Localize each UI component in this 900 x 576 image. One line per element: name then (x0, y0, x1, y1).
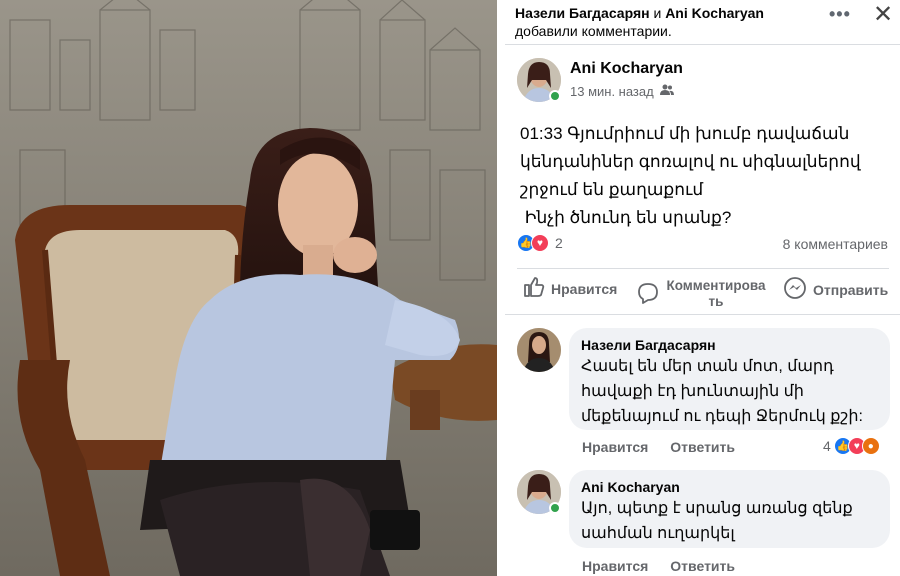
comment-reply-link[interactable]: Ответить (670, 558, 735, 574)
notification-text: добавили комментарии. (515, 23, 672, 39)
post-divider (517, 268, 889, 269)
send-button[interactable]: Отправить (783, 276, 888, 303)
comment-text-line: Հասել են մեր տան մոտ, մարդ (581, 358, 834, 375)
post-time[interactable]: 13 мин. назад (570, 84, 654, 99)
actions-divider (505, 314, 900, 315)
love-reaction-icon: ♥ (531, 234, 549, 252)
comment-text-line: հավաքի էդ խունտային մի (581, 383, 804, 400)
post-meta: 13 мин. назад (570, 84, 674, 99)
send-label: Отправить (813, 281, 889, 298)
thumbs-up-icon (523, 276, 545, 301)
comment-actions: Нравится Ответить (582, 558, 735, 574)
like-button[interactable]: Нравится (523, 276, 617, 301)
comment-avatar[interactable] (517, 328, 561, 372)
post-text: 01:33 Գյումրիում մի խումբ դավաճան կենդան… (520, 120, 885, 232)
comment-label: Комментирова ть (665, 278, 767, 310)
close-icon[interactable]: ✕ (873, 0, 893, 29)
notification-panel: Назели Багдасарян и Ani Kocharyan добави… (505, 0, 900, 576)
more-dots-icon[interactable]: ••• (829, 4, 851, 25)
post-text-line: շրջում են քաղաքում (520, 180, 704, 199)
comment-label-line-1: Комментирова (666, 278, 766, 293)
comment-bubble-icon (637, 282, 659, 307)
header-divider (505, 44, 900, 45)
comments-count[interactable]: 8 комментариев (783, 236, 888, 252)
notification-name-1[interactable]: Назели Багдасарян (515, 5, 650, 21)
comment-author[interactable]: Назели Багдасарян (581, 336, 878, 354)
notification-header[interactable]: Назели Багдасарян и Ani Kocharyan добави… (515, 4, 815, 40)
post-text-line: 01:33 Գյումրիում մի խումբ դավաճան (520, 124, 850, 143)
post-author-name[interactable]: Ani Kocharyan (570, 60, 683, 78)
woman-in-chair-photo (0, 0, 497, 576)
reaction-count: 2 (555, 235, 563, 251)
comment-bubble[interactable]: Ani Kocharyan Այո, պետք է սրանց առանց զե… (569, 470, 890, 548)
comment-button[interactable]: Комментирова ть (637, 278, 767, 310)
comment-like-link[interactable]: Нравится (582, 439, 648, 455)
comment-author[interactable]: Ani Kocharyan (581, 478, 878, 496)
notification-conj: и (649, 5, 666, 21)
post-photo[interactable] (0, 0, 497, 576)
online-status-dot (549, 502, 561, 514)
comment-reply-link[interactable]: Ответить (670, 439, 735, 455)
like-label: Нравится (551, 280, 618, 297)
post-text-line: կենդանիներ գոռալով ու սիգնալներով (520, 152, 861, 171)
comment-bubble[interactable]: Назели Багдасарян Հասել են մեր տան մոտ, … (569, 328, 890, 430)
comment-like-link[interactable]: Нравится (582, 558, 648, 574)
post-reactions[interactable]: 👍 ♥ 2 (517, 234, 563, 252)
comment-label-line-2: ть (708, 294, 724, 309)
comment-reactions[interactable]: 4 👍 ♥ ● (823, 437, 880, 455)
notification-name-2[interactable]: Ani Kocharyan (665, 5, 764, 21)
friends-icon (659, 84, 674, 99)
comment-actions: Нравится Ответить (582, 439, 735, 455)
comment-text-line: սահման ուղարկել (581, 525, 735, 542)
angry-reaction-icon: ● (861, 437, 880, 455)
comment-text-line: մեքենայում ու դեպի Ջերմուկ քշի: (581, 408, 863, 425)
comment-reaction-count: 4 (823, 438, 831, 454)
post-text-line: Ինչի ծնունդ են սրանք? (520, 208, 732, 227)
online-status-dot (549, 90, 561, 102)
comment-text-line: Այո, պետք է սրանց առանց զենք (581, 500, 853, 517)
messenger-icon (783, 276, 807, 303)
